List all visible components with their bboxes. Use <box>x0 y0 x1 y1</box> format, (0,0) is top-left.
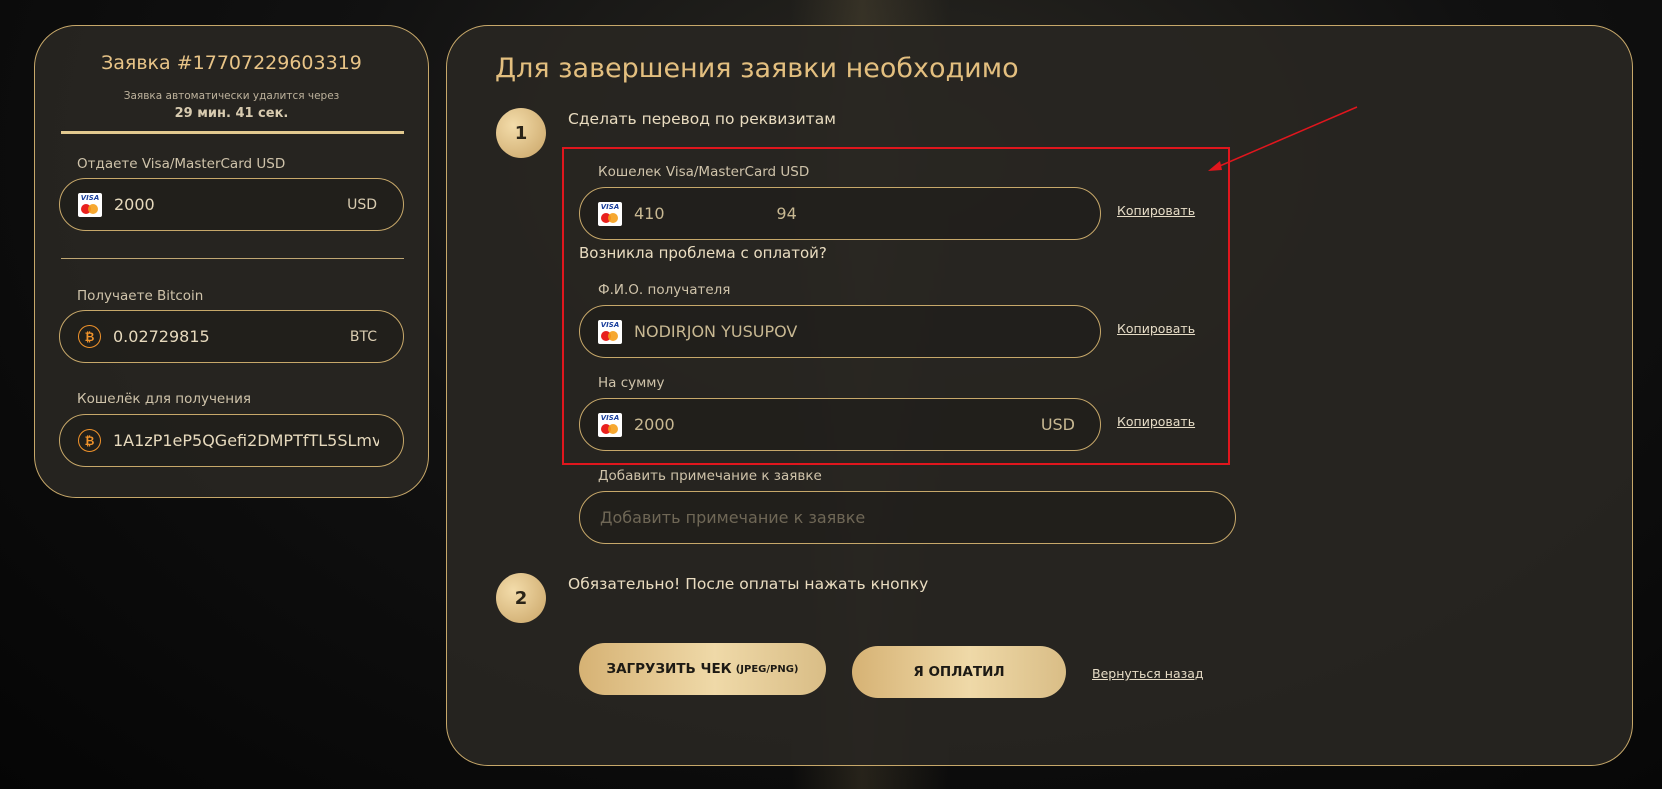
recipient-name: NODIRJON YUSUPOV <box>634 322 798 341</box>
step-2-badge: 2 <box>496 573 546 623</box>
recipient-name-label: Ф.И.О. получателя <box>598 282 731 298</box>
note-label: Добавить примечание к заявке <box>598 468 822 484</box>
wallet-label: Кошелёк для получения <box>77 391 251 407</box>
visa-mastercard-icon: VISA <box>598 319 622 344</box>
countdown-timer: 29 мин. 41 сек. <box>174 106 289 121</box>
sum-field: VISA 2000 USD <box>579 398 1101 451</box>
order-summary-card: Заявка #17707229603319 Заявка автоматиче… <box>34 25 429 498</box>
bitcoin-icon: ₿ <box>78 325 101 348</box>
auto-delete-note: Заявка автоматически удалится через <box>123 90 340 102</box>
upload-receipt-label: ЗАГРУЗИТЬ ЧЕК <box>606 661 732 677</box>
receive-amount: 0.02729815 <box>113 327 210 346</box>
receive-currency: BTC <box>349 328 377 345</box>
payment-problem-link[interactable]: Возникла проблема с оплатой? <box>579 244 827 262</box>
copy-wallet-link[interactable]: Копировать <box>1117 203 1195 218</box>
page-title: Для завершения заявки необходимо <box>495 53 1019 84</box>
copy-sum-link[interactable]: Копировать <box>1117 414 1195 429</box>
step-1-text: Сделать перевод по реквизитам <box>568 110 836 128</box>
give-label: Отдаете Visa/MasterCard USD <box>77 156 286 172</box>
order-title: Заявка #17707229603319 <box>101 52 362 74</box>
sum-amount: 2000 <box>634 415 675 434</box>
wallet-address-field: ₿ 1A1zP1eP5QGefi2DMPTfTL5SLmv7 <box>59 414 404 467</box>
recipient-wallet-field: VISA 410 94 <box>579 187 1101 240</box>
receive-label: Получаете Bitcoin <box>77 288 204 304</box>
recipient-wallet-number: 410 94 <box>634 204 797 223</box>
bitcoin-icon: ₿ <box>78 429 101 452</box>
upload-receipt-format: (JPEG/PNG) <box>735 663 799 675</box>
receive-amount-field: ₿ 0.02729815 BTC <box>59 310 404 363</box>
note-input[interactable] <box>600 508 1235 527</box>
give-amount-field: VISA 2000 USD <box>59 178 404 231</box>
visa-mastercard-icon: VISA <box>598 201 622 226</box>
visa-mastercard-icon: VISA <box>598 412 622 437</box>
copy-name-link[interactable]: Копировать <box>1117 321 1195 336</box>
step-1-badge: 1 <box>496 108 546 158</box>
give-amount: 2000 <box>114 195 155 214</box>
timer-progress-fill <box>61 131 404 134</box>
visa-mastercard-icon: VISA <box>78 192 102 217</box>
give-currency: USD <box>347 196 377 213</box>
paid-button[interactable]: Я ОПЛАТИЛ <box>852 646 1066 698</box>
note-field <box>579 491 1236 544</box>
step-2-text: Обязательно! После оплаты нажать кнопку <box>568 575 929 593</box>
back-link[interactable]: Вернуться назад <box>1092 666 1204 681</box>
wallet-address: 1A1zP1eP5QGefi2DMPTfTL5SLmv7 <box>113 431 379 450</box>
section-divider <box>61 258 404 259</box>
recipient-wallet-label: Кошелек Visa/MasterCard USD <box>598 164 810 180</box>
paid-button-label: Я ОПЛАТИЛ <box>913 664 1005 680</box>
sum-currency: USD <box>1040 415 1075 434</box>
timer-progress-bar <box>61 131 404 134</box>
sum-label: На сумму <box>598 375 665 391</box>
recipient-name-field: VISA NODIRJON YUSUPOV <box>579 305 1101 358</box>
upload-receipt-button[interactable]: ЗАГРУЗИТЬ ЧЕК (JPEG/PNG) <box>579 643 826 695</box>
